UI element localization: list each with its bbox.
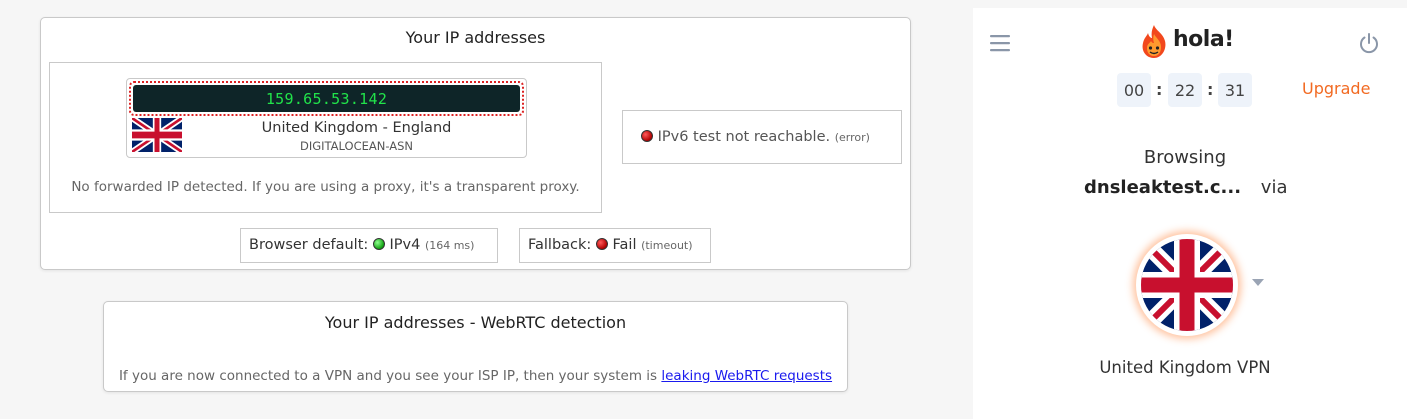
ipv6-status-note: (error)	[834, 131, 870, 144]
browser-default-value: IPv4	[389, 237, 421, 253]
ipv6-status-line: IPv6 test not reachable. (error)	[641, 129, 870, 145]
country-selector[interactable]	[1136, 234, 1238, 336]
ip-address-display[interactable]: 159.65.53.142	[129, 81, 524, 116]
webrtc-info-text: If you are now connected to a VPN and yo…	[104, 368, 847, 384]
browser-default-box: Browser default: IPv4 (164 ms)	[240, 228, 498, 263]
hola-logo-text: hola!	[1173, 27, 1234, 52]
leaking-webrtc-link[interactable]: leaking WebRTC requests	[661, 368, 832, 384]
browser-default-note: (164 ms)	[424, 239, 475, 252]
uk-flag-icon	[132, 118, 182, 152]
ip-location: United Kingdom - England	[261, 120, 452, 136]
uk-flag-icon	[1141, 239, 1233, 331]
hola-vpn-panel: hola! 00 : 22 : 31 Upgrade Browsing dnsl…	[973, 8, 1407, 419]
chevron-down-icon[interactable]	[1251, 278, 1265, 287]
webrtc-detection-card: Your IP addresses - WebRTC detection If …	[103, 301, 848, 392]
browsing-label: Browsing	[1143, 147, 1227, 168]
ip-card-title: Your IP addresses	[405, 28, 546, 47]
power-icon[interactable]	[1358, 32, 1380, 54]
hola-logo: hola!	[1138, 22, 1238, 62]
ip-asn: DIGITALOCEAN-ASN	[299, 139, 414, 153]
ipv4-box: 159.65.53.142 United Kingdom - England D…	[49, 62, 602, 213]
fallback-label: Fallback:	[528, 237, 592, 253]
timer-minutes: 22	[1168, 73, 1202, 107]
webrtc-info-body: If you are now connected to a VPN and yo…	[118, 368, 658, 384]
fallback-value: Fail	[612, 237, 637, 253]
ip-addresses-card: Your IP addresses 159.65.53.142 United K…	[40, 17, 911, 270]
fallback-line: Fallback: Fail (timeout)	[528, 237, 693, 253]
browsing-site-name: dnsleaktest.c...	[1084, 177, 1242, 198]
hamburger-menu-icon[interactable]	[989, 33, 1011, 53]
browsing-site-line: dnsleaktest.c... via	[1084, 177, 1287, 198]
via-label: via	[1260, 177, 1288, 198]
browser-default-line: Browser default: IPv4 (164 ms)	[249, 237, 474, 253]
ip-widget: 159.65.53.142 United Kingdom - England D…	[126, 78, 527, 158]
browser-default-status-dot-icon	[372, 238, 385, 250]
fallback-box: Fallback: Fail (timeout)	[519, 228, 711, 263]
timer-seconds: 31	[1218, 73, 1252, 107]
upgrade-link[interactable]: Upgrade	[1302, 79, 1370, 98]
ip-address-value: 159.65.53.142	[133, 85, 520, 112]
browser-default-label: Browser default:	[249, 237, 369, 253]
fallback-note: (timeout)	[641, 239, 693, 252]
vpn-country-label: United Kingdom VPN	[1099, 358, 1271, 377]
ipv6-box: IPv6 test not reachable. (error)	[622, 110, 902, 164]
ipv6-status-dot-icon	[641, 130, 653, 142]
no-forwarded-ip-text: No forwarded IP detected. If you are usi…	[71, 179, 580, 195]
ipv6-status-text: IPv6 test not reachable.	[657, 129, 831, 145]
timer-separator: :	[1207, 80, 1214, 99]
webrtc-card-title: Your IP addresses - WebRTC detection	[324, 313, 627, 332]
timer-hours: 00	[1117, 73, 1151, 107]
fallback-status-dot-icon	[595, 238, 608, 250]
timer-separator: :	[1156, 80, 1163, 99]
hola-flame-icon	[1142, 25, 1166, 58]
